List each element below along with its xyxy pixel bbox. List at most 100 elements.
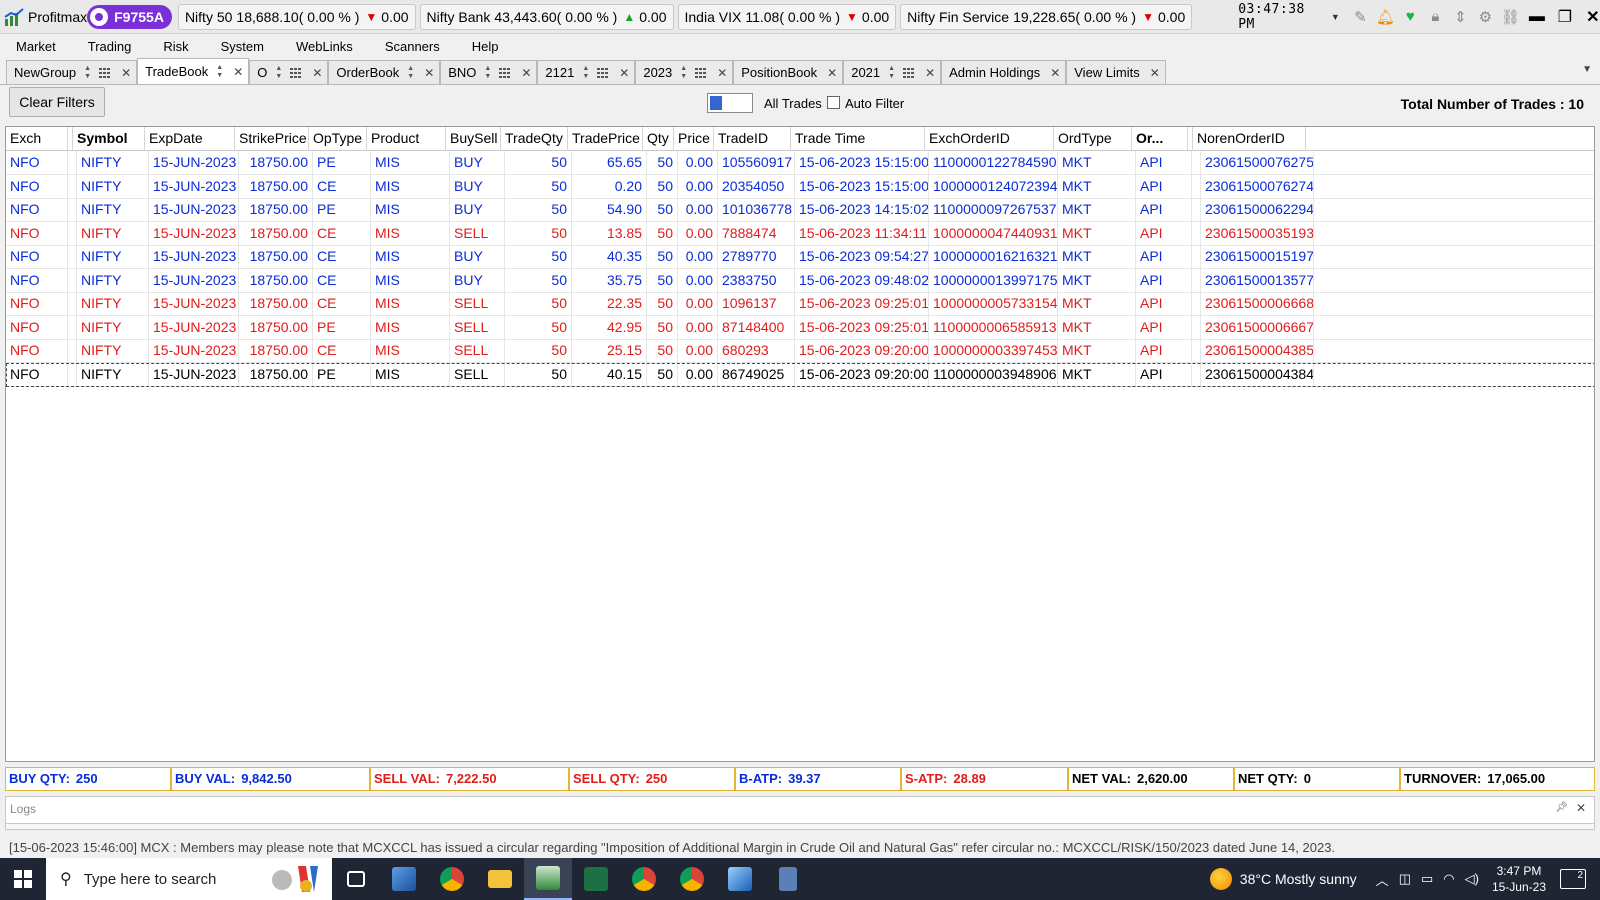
pin-icon[interactable]: 📌︎: [1555, 802, 1568, 813]
menu-item-trading[interactable]: Trading: [72, 39, 148, 54]
calculator-icon[interactable]: [764, 858, 812, 900]
sort-arrows-icon[interactable]: ▲ ▼: [84, 65, 91, 81]
table-row[interactable]: NFO NIFTY 15-JUN-2023 18750.00 CE MIS BUY 50 35.…: [6, 268, 1594, 293]
column-header[interactable]: Symbol: [73, 127, 145, 151]
column-header[interactable]: ExpDate: [145, 127, 235, 151]
close-icon[interactable]: ✕: [424, 66, 434, 80]
gear-icon[interactable]: ⚙: [1475, 7, 1495, 27]
column-header[interactable]: Trade Time: [791, 127, 925, 151]
bell-icon[interactable]: 🔔︎: [1375, 7, 1395, 27]
close-icon[interactable]: ✕: [619, 66, 629, 80]
wifi-icon[interactable]: ◠: [1443, 871, 1454, 887]
table-row[interactable]: NFO NIFTY 15-JUN-2023 18750.00 CE MIS SELL 50 25…: [6, 339, 1594, 363]
task-view-icon[interactable]: [332, 858, 380, 900]
table-row[interactable]: NFO NIFTY 15-JUN-2023 18750.00 CE MIS SELL 50 22…: [6, 292, 1594, 316]
heartbeat-icon[interactable]: ♥: [1400, 7, 1420, 27]
sort-arrows-icon[interactable]: ▲ ▼: [275, 65, 282, 81]
user-id-badge[interactable]: F9755A: [87, 4, 172, 29]
link-icon[interactable]: ⛓: [1500, 7, 1520, 27]
close-icon[interactable]: ✕: [312, 66, 322, 80]
chevron-up-icon[interactable]: ︿: [1376, 870, 1389, 889]
tab-admin-holdings[interactable]: Admin Holdings ✕: [941, 60, 1067, 84]
ticker-2[interactable]: India VIX 11.08( 0.00 % ) ▼ 0.00: [677, 3, 897, 30]
battery-icon[interactable]: ▭: [1421, 871, 1433, 887]
column-header[interactable]: TradePrice: [568, 127, 643, 151]
close-icon[interactable]: ✕: [827, 66, 837, 80]
restore-icon[interactable]: ❐: [1551, 7, 1579, 27]
sort-arrows-icon[interactable]: ⇕: [1450, 7, 1470, 27]
table-row[interactable]: NFO NIFTY 15-JUN-2023 18750.00 CE MIS BUY 50 0.2…: [6, 174, 1594, 199]
tab-2021[interactable]: 2021 ▲ ▼ ✕: [843, 60, 942, 84]
sort-arrows-icon[interactable]: ▲ ▼: [680, 65, 687, 81]
ticker-3[interactable]: Nifty Fin Service 19,228.65( 0.00 % ) ▼ 0.…: [900, 3, 1193, 30]
column-header[interactable]: Qty: [643, 127, 674, 151]
table-row[interactable]: NFO NIFTY 15-JUN-2023 18750.00 PE MIS SELL 50 42…: [6, 315, 1594, 340]
ticker-0[interactable]: Nifty 50 18,688.10( 0.00 % ) ▼ 0.00: [177, 3, 416, 30]
tab-orderbook[interactable]: OrderBook ▲ ▼ ✕: [328, 60, 441, 84]
column-header[interactable]: OpType: [309, 127, 367, 151]
tab-tradebook[interactable]: TradeBook ▲ ▼ ✕: [137, 58, 250, 84]
weather-widget[interactable]: 38°C Mostly sunny: [1209, 868, 1357, 890]
logs-scrollbar[interactable]: [5, 823, 1595, 830]
column-header[interactable]: StrikePrice: [235, 127, 309, 151]
ticker-1[interactable]: Nifty Bank 43,443.60( 0.00 % ) ▲ 0.00: [419, 3, 674, 30]
chrome-icon[interactable]: [428, 858, 476, 900]
lock-icon[interactable]: 🔒︎: [1425, 7, 1445, 27]
photos-icon[interactable]: [716, 858, 764, 900]
sort-arrows-icon[interactable]: ▲ ▼: [888, 65, 895, 81]
column-header[interactable]: OrdType: [1054, 127, 1132, 151]
menu-item-risk[interactable]: Risk: [147, 39, 204, 54]
column-header[interactable]: NorenOrderID: [1193, 127, 1306, 151]
tab-overflow-icon[interactable]: ▼: [1582, 64, 1592, 75]
notification-icon[interactable]: 2: [1560, 869, 1586, 889]
magic-wand-icon[interactable]: ✎: [1350, 7, 1370, 27]
app-launcher-icon[interactable]: [380, 858, 428, 900]
grid-icon[interactable]: [695, 67, 708, 78]
grid-icon[interactable]: [99, 67, 112, 78]
close-icon[interactable]: ✕: [233, 65, 243, 79]
clear-filters-button[interactable]: Clear Filters: [9, 87, 105, 117]
close-icon[interactable]: ✕: [521, 66, 531, 80]
profitmax-taskbar-icon[interactable]: [524, 858, 572, 900]
taskbar-clock[interactable]: 3:47 PM 15-Jun-23: [1492, 863, 1546, 895]
volume-icon[interactable]: ◁): [1465, 871, 1479, 887]
tab-2121[interactable]: 2121 ▲ ▼ ✕: [537, 60, 636, 84]
table-row[interactable]: NFO NIFTY 15-JUN-2023 18750.00 CE MIS SELL 50 13…: [6, 221, 1594, 246]
chrome-alt-icon[interactable]: [668, 858, 716, 900]
menu-item-system[interactable]: System: [205, 39, 280, 54]
logs-close-icon[interactable]: ✕: [1576, 801, 1586, 815]
column-header[interactable]: TradeID: [714, 127, 791, 151]
column-header[interactable]: BuySell: [446, 127, 501, 151]
grid-icon[interactable]: [597, 67, 610, 78]
all-trades-toggle[interactable]: [707, 93, 753, 113]
dropdown-caret-icon[interactable]: ▼: [1325, 7, 1345, 27]
grid-icon[interactable]: [903, 67, 916, 78]
close-icon[interactable]: ✕: [1050, 66, 1060, 80]
column-header[interactable]: Exch: [6, 127, 68, 151]
column-header[interactable]: TradeQty: [501, 127, 568, 151]
table-row[interactable]: NFO NIFTY 15-JUN-2023 18750.00 PE MIS BUY 50 65.…: [6, 151, 1594, 175]
minimize-icon[interactable]: ▬: [1523, 8, 1551, 26]
tab-o[interactable]: O ▲ ▼ ✕: [249, 60, 329, 84]
tab-newgroup[interactable]: NewGroup ▲ ▼ ✕: [6, 60, 138, 84]
menu-item-weblinks[interactable]: WebLinks: [280, 39, 369, 54]
column-header[interactable]: Product: [367, 127, 446, 151]
sort-arrows-icon[interactable]: ▲ ▼: [484, 65, 491, 81]
close-icon[interactable]: ✕: [1579, 7, 1600, 27]
file-explorer-icon[interactable]: [476, 858, 524, 900]
close-icon[interactable]: ✕: [1150, 66, 1160, 80]
close-icon[interactable]: ✕: [925, 66, 935, 80]
grid-icon[interactable]: [290, 67, 303, 78]
menu-item-help[interactable]: Help: [456, 39, 515, 54]
table-row[interactable]: NFO NIFTY 15-JUN-2023 18750.00 PE MIS BUY 50 54.…: [6, 198, 1594, 222]
table-row[interactable]: NFO NIFTY 15-JUN-2023 18750.00 PE MIS SELL 50 40…: [6, 362, 1594, 387]
tab-2023[interactable]: 2023 ▲ ▼ ✕: [635, 60, 734, 84]
close-icon[interactable]: ✕: [717, 66, 727, 80]
column-header[interactable]: Price: [674, 127, 714, 151]
column-header[interactable]: Or...: [1132, 127, 1188, 151]
auto-filter-checkbox[interactable]: [827, 96, 840, 109]
sort-arrows-icon[interactable]: ▲ ▼: [582, 65, 589, 81]
grid-icon[interactable]: [499, 67, 512, 78]
menu-item-scanners[interactable]: Scanners: [369, 39, 456, 54]
sort-arrows-icon[interactable]: ▲ ▼: [216, 64, 223, 80]
